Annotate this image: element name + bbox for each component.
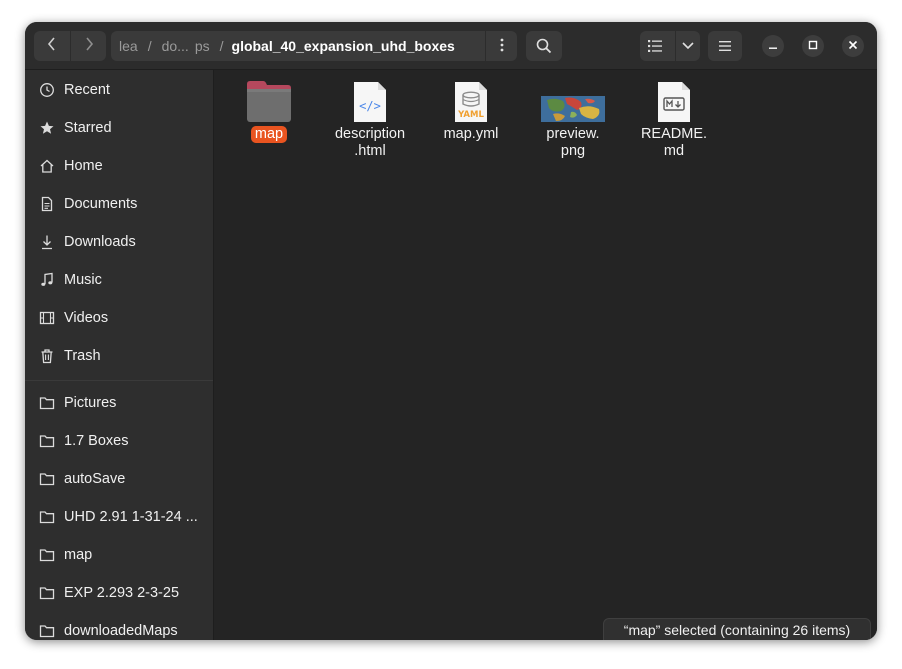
navigation-buttons: [34, 31, 106, 61]
file-name: map.yml: [443, 126, 499, 142]
markdown-file-icon: [624, 78, 724, 126]
maximize-button[interactable]: [802, 35, 824, 57]
folder-icon: [39, 585, 55, 601]
yaml-file-icon: YAML: [421, 78, 521, 126]
file-item-preview-png[interactable]: preview. png: [523, 70, 623, 160]
back-button[interactable]: [34, 31, 70, 61]
html-file-icon: </>: [320, 78, 420, 126]
file-manager-window: lea / do... ps / global_40_expansion_uhd…: [25, 22, 877, 640]
breadcrumb-separator: /: [147, 38, 152, 54]
folder-icon: [39, 623, 55, 639]
sidebar-item-label: EXP 2.293 2-3-25: [64, 585, 180, 601]
chevron-right-icon: [84, 36, 94, 56]
file-name-line2: md: [663, 143, 685, 159]
sidebar: Recent Starred Home Documents Downloads: [25, 70, 214, 640]
sidebar-item-videos[interactable]: Videos: [25, 299, 213, 337]
folder-icon: [39, 471, 55, 487]
sidebar-item-label: Recent: [64, 82, 110, 98]
sidebar-divider: [25, 380, 213, 381]
sidebar-item-label: downloadedMaps: [64, 623, 178, 639]
sidebar-bookmark-uhd[interactable]: UHD 2.91 1-31-24 ...: [25, 498, 213, 536]
folder-icon: [219, 78, 319, 126]
file-name: map: [250, 126, 288, 143]
sidebar-item-label: UHD 2.91 1-31-24 ...: [64, 509, 198, 525]
vertical-dots-icon: [500, 38, 504, 55]
folder-icon: [39, 395, 55, 411]
sidebar-item-label: map: [64, 547, 93, 563]
sidebar-item-music[interactable]: Music: [25, 261, 213, 299]
image-thumbnail-icon: [523, 78, 623, 126]
chevron-left-icon: [47, 36, 57, 56]
sidebar-bookmark-1-7-boxes[interactable]: 1.7 Boxes: [25, 422, 213, 460]
clock-icon: [39, 82, 55, 98]
path-bar: lea / do... ps / global_40_expansion_uhd…: [111, 31, 517, 61]
sidebar-item-label: Pictures: [64, 395, 117, 411]
sidebar-item-downloads[interactable]: Downloads: [25, 223, 213, 261]
view-mode-group: [640, 31, 700, 61]
close-icon: [848, 37, 858, 55]
file-name: description: [334, 126, 406, 142]
file-item-map[interactable]: map: [219, 70, 319, 160]
svg-text:YAML: YAML: [457, 110, 484, 120]
path-menu-button[interactable]: [485, 31, 517, 61]
breadcrumb-item[interactable]: do...: [158, 38, 193, 54]
file-name: preview.: [546, 126, 600, 142]
star-icon: [39, 120, 55, 136]
minimize-icon: [768, 37, 778, 55]
breadcrumb-item[interactable]: ps: [193, 38, 214, 54]
breadcrumb-item[interactable]: lea: [111, 38, 142, 54]
file-grid: map </> description .html YAML map.yml p…: [215, 70, 877, 640]
sidebar-item-label: Downloads: [64, 234, 136, 250]
maximize-icon: [808, 37, 818, 55]
sidebar-item-recent[interactable]: Recent: [25, 71, 213, 109]
sidebar-bookmark-autosave[interactable]: autoSave: [25, 460, 213, 498]
file-name-line2: png: [560, 143, 586, 159]
minimize-button[interactable]: [762, 35, 784, 57]
search-button[interactable]: [526, 31, 562, 61]
file-name: README.: [640, 126, 708, 142]
document-icon: [39, 196, 55, 212]
hamburger-menu-icon: [718, 40, 732, 52]
sidebar-item-label: Starred: [64, 120, 112, 136]
file-name-line2: .html: [354, 143, 386, 159]
sidebar-item-label: autoSave: [64, 471, 126, 487]
film-icon: [39, 310, 55, 326]
chevron-down-icon[interactable]: [682, 42, 694, 50]
selection-status-bar: “map” selected (containing 26 items): [603, 618, 871, 640]
home-icon: [39, 158, 55, 174]
sidebar-item-documents[interactable]: Documents: [25, 185, 213, 223]
sidebar-bookmark-downloadedmaps[interactable]: downloadedMaps: [25, 612, 213, 640]
sidebar-item-home[interactable]: Home: [25, 147, 213, 185]
folder-icon: [39, 509, 55, 525]
close-button[interactable]: [842, 35, 864, 57]
breadcrumb-current[interactable]: global_40_expansion_uhd_boxes: [230, 38, 459, 54]
music-icon: [39, 272, 55, 288]
file-item-description-html[interactable]: </> description .html: [320, 70, 420, 160]
sidebar-bookmark-exp[interactable]: EXP 2.293 2-3-25: [25, 574, 213, 612]
breadcrumb-separator: /: [219, 38, 224, 54]
folder-icon: [39, 433, 55, 449]
download-icon: [39, 234, 55, 250]
sidebar-item-label: Music: [64, 272, 102, 288]
forward-button[interactable]: [71, 31, 107, 61]
sidebar-item-starred[interactable]: Starred: [25, 109, 213, 147]
sidebar-item-label: Trash: [64, 348, 101, 364]
list-view-icon[interactable]: [648, 39, 662, 53]
sidebar-bookmark-map[interactable]: map: [25, 536, 213, 574]
trash-icon: [39, 348, 55, 364]
sidebar-item-label: Home: [64, 158, 103, 174]
main-menu-button[interactable]: [708, 31, 742, 61]
sidebar-item-label: Documents: [64, 196, 138, 212]
file-item-readme-md[interactable]: README. md: [624, 70, 724, 160]
header-bar: lea / do... ps / global_40_expansion_uhd…: [25, 22, 877, 70]
sidebar-item-trash[interactable]: Trash: [25, 337, 213, 375]
sidebar-bookmark-pictures[interactable]: Pictures: [25, 384, 213, 422]
search-icon: [536, 38, 552, 54]
sidebar-item-label: Videos: [64, 310, 109, 326]
svg-text:</>: </>: [359, 99, 381, 113]
sidebar-item-label: 1.7 Boxes: [64, 433, 129, 449]
file-item-map-yml[interactable]: YAML map.yml: [421, 70, 521, 160]
folder-icon: [39, 547, 55, 563]
